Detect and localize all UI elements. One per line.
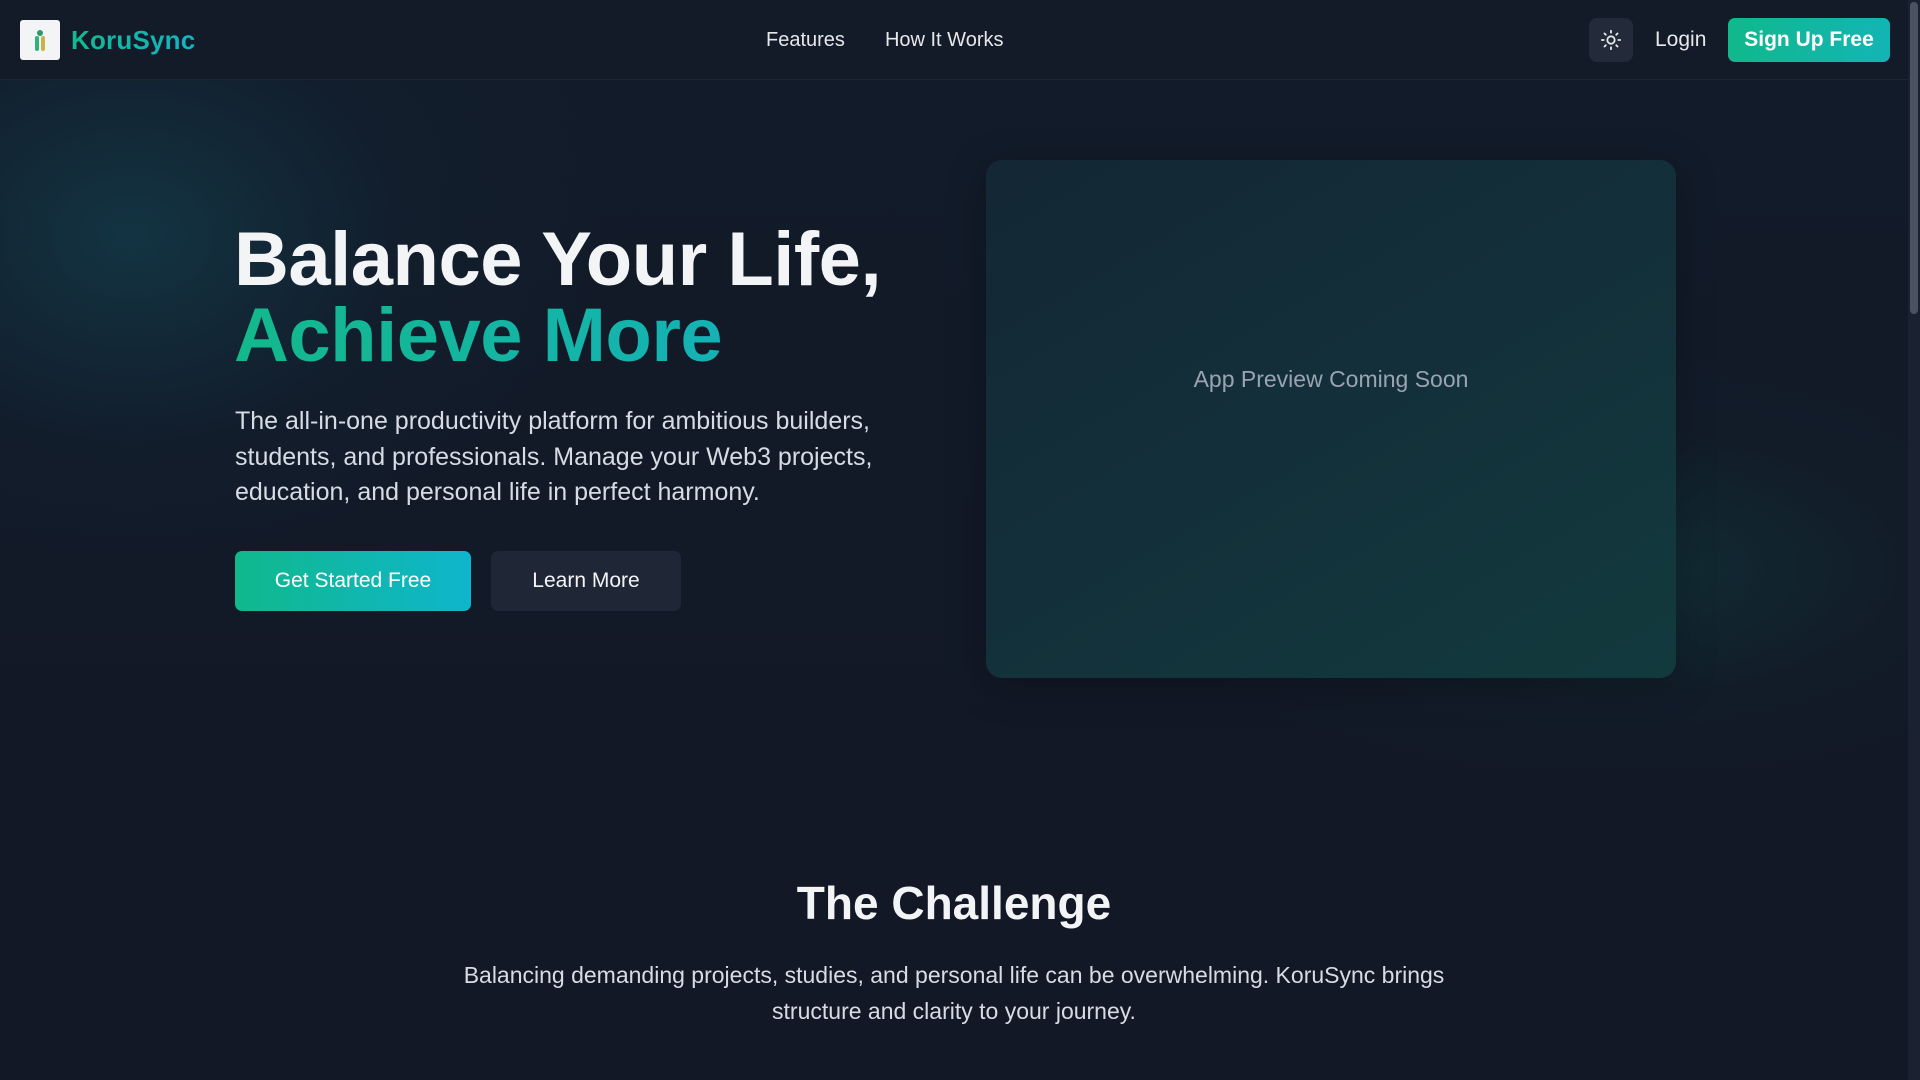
app-preview-card: App Preview Coming Soon (986, 160, 1676, 678)
signup-button[interactable]: Sign Up Free (1728, 18, 1890, 62)
navbar: KoruSync Features How It Works Login Sig… (0, 0, 1908, 80)
hero-title: Balance Your Life, Achieve More (234, 222, 882, 374)
page: KoruSync Features How It Works Login Sig… (0, 0, 1920, 1080)
hero-subtitle: The all-in-one productivity platform for… (235, 407, 873, 506)
learn-more-button[interactable]: Learn More (491, 551, 681, 611)
login-link[interactable]: Login (1655, 26, 1706, 54)
challenge-text: Balancing demanding projects, studies, a… (463, 962, 1445, 1024)
app-preview-text: App Preview Coming Soon (1193, 365, 1469, 392)
koru-logo-icon (20, 20, 60, 60)
get-started-button[interactable]: Get Started Free (235, 551, 471, 611)
hero-title-line1: Balance Your Life, (234, 217, 882, 302)
hero-title-line2: Achieve More (234, 298, 881, 374)
theme-toggle-button[interactable] (1589, 18, 1633, 62)
brand-name: KoruSync (71, 24, 196, 55)
sun-icon (1600, 29, 1622, 51)
nav-links: Features How It Works (766, 26, 1003, 54)
challenge-title: The Challenge (796, 877, 1112, 929)
nav-link-how-it-works[interactable]: How It Works (885, 26, 1004, 54)
brand-link[interactable]: KoruSync (20, 20, 195, 60)
nav-link-features[interactable]: Features (766, 26, 845, 54)
scrollbar-thumb[interactable] (1910, 2, 1918, 314)
